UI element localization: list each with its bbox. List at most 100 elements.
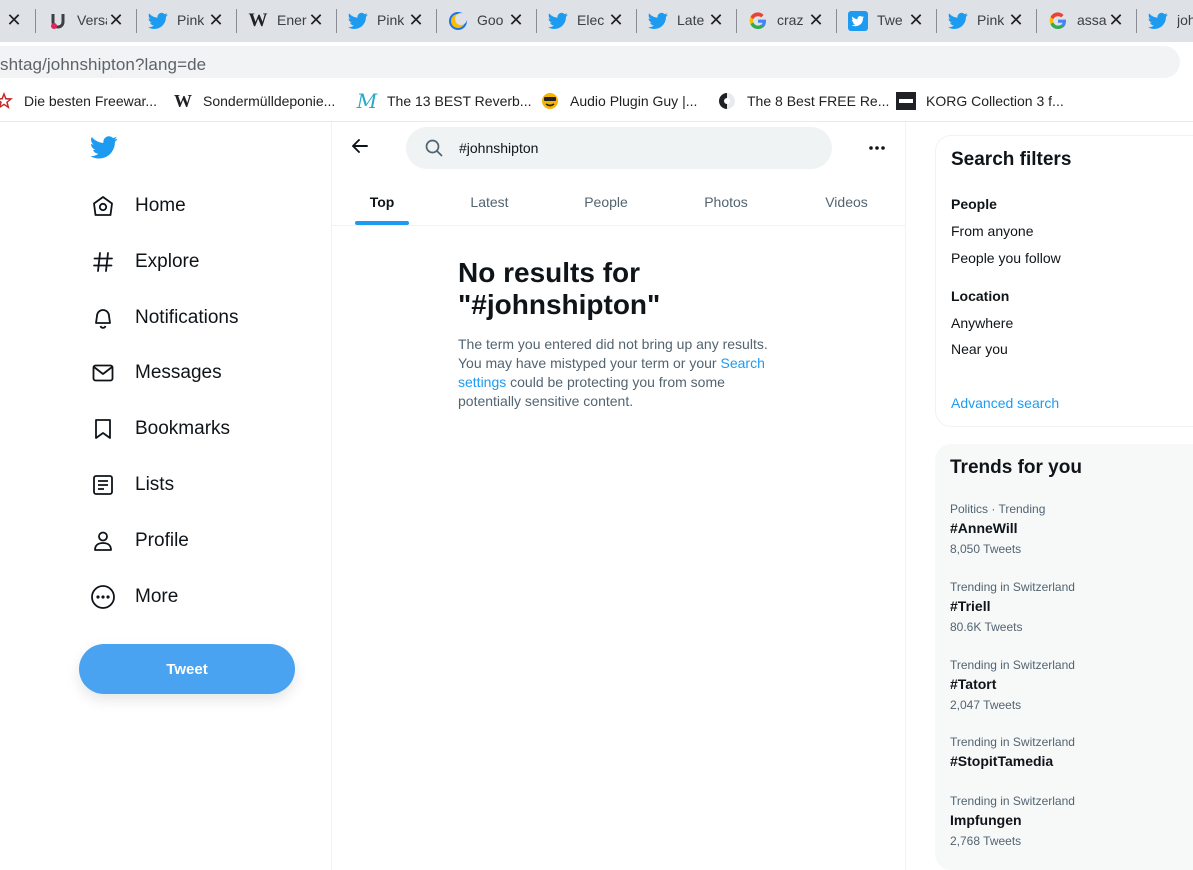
omnibox[interactable]: shtag/johnshipton?lang=de [0, 46, 1180, 78]
nav-label: Lists [135, 474, 175, 495]
tab-videos[interactable]: Videos [787, 178, 906, 226]
browser-tab[interactable]: assa ✕ [1036, 0, 1136, 42]
tab-close-icon[interactable]: ✕ [1108, 10, 1124, 30]
search-icon [424, 138, 444, 158]
search-tabs: Top Latest People Photos Videos [332, 178, 906, 226]
tab-close-icon[interactable]: ✕ [6, 10, 22, 30]
nav-label: Bookmarks [135, 418, 231, 439]
browser-tab[interactable]: Pink ✕ [936, 0, 1036, 42]
tab-title: Versa [77, 12, 107, 28]
nav-item-messages[interactable]: Messages [90, 353, 222, 393]
bookmark-item[interactable]: Die besten Freewar... [0, 91, 157, 111]
bookmark-icon [90, 416, 116, 442]
nav-item-notifications[interactable]: Notifications [90, 298, 239, 338]
bookmark-label: Die besten Freewar... [24, 93, 158, 109]
nav-item-explore[interactable]: Explore [90, 242, 199, 282]
trend-item[interactable]: Politics · Trending #AnneWill 8,050 Twee… [950, 501, 1190, 557]
tab-latest[interactable]: Latest [432, 178, 547, 226]
trend-name: #Triell [950, 598, 991, 614]
nav-item-bookmarks[interactable]: Bookmarks [90, 409, 230, 449]
nav-label: Notifications [135, 307, 239, 328]
filter-option-anywhere[interactable]: Anywhere [951, 315, 1013, 331]
tab-close-icon[interactable]: ✕ [308, 10, 324, 30]
tab-close-icon[interactable]: ✕ [1008, 10, 1024, 30]
trend-count: 80.6K Tweets [950, 620, 1023, 634]
tab-close-icon[interactable]: ✕ [708, 10, 724, 30]
left-navigation: Home Explore Notifications Messages Book… [0, 122, 332, 870]
tab-people[interactable]: People [547, 178, 665, 226]
trend-context: Trending in Switzerland [950, 735, 1075, 749]
nav-item-lists[interactable]: Lists [90, 465, 174, 505]
twitter-bird-icon [148, 11, 168, 31]
tab-close-icon[interactable]: ✕ [408, 10, 424, 30]
browser-tab[interactable]: W Ener ✕ [236, 0, 336, 42]
tab-title: Goo [477, 12, 504, 28]
browser-tab[interactable]: ✕ [0, 0, 30, 42]
search-query[interactable]: #johnshipton [459, 140, 538, 156]
trend-item[interactable]: Trending in Switzerland #StopitTamedia [950, 734, 1190, 771]
nav-item-profile[interactable]: Profile [90, 521, 189, 561]
browser-tab-strip: ✕ Versa ✕ Pink ✕ W Ener ✕ Pink ✕ [0, 0, 1193, 42]
trend-item[interactable]: Trending in Switzerland #Tatort 2,047 Tw… [950, 657, 1190, 713]
nav-item-more[interactable]: More [90, 577, 178, 617]
browser-tab[interactable]: Twe ✕ [836, 0, 936, 42]
trend-item[interactable]: Trending in Switzerland #Triell 80.6K Tw… [950, 579, 1190, 635]
advanced-search-link[interactable]: Advanced search [951, 395, 1059, 411]
tweet-button[interactable]: Tweet [79, 644, 295, 694]
tab-close-icon[interactable]: ✕ [208, 10, 224, 30]
bookmark-item[interactable]: KORG Collection 3 f... [896, 91, 1064, 111]
search-filters-panel: Search filters People From anyone People… [935, 135, 1193, 427]
tab-close-icon[interactable]: ✕ [508, 10, 524, 30]
tab-title: Elec [577, 12, 605, 28]
browser-tab[interactable]: Late ✕ [636, 0, 736, 42]
twitter-logo-icon[interactable] [90, 136, 120, 162]
back-arrow-icon[interactable] [350, 136, 374, 160]
tab-photos[interactable]: Photos [665, 178, 787, 226]
browser-tab[interactable]: Goo ✕ [436, 0, 536, 42]
script-m-icon: M [356, 89, 378, 113]
browser-tab[interactable]: craz ✕ [736, 0, 836, 42]
search-filters-title: Search filters [951, 149, 1072, 170]
more-options-icon[interactable] [864, 136, 890, 160]
tab-title: Late [677, 12, 705, 28]
wikipedia-icon: W [248, 10, 268, 31]
browser-tab[interactable]: Pink ✕ [136, 0, 236, 42]
bookmark-item[interactable]: W Sondermülldeponie... [173, 91, 335, 111]
tab-top[interactable]: Top [332, 178, 432, 226]
browser-tab[interactable]: Pink ✕ [336, 0, 436, 42]
filter-option-from-anyone[interactable]: From anyone [951, 223, 1033, 239]
filter-option-near-you[interactable]: Near you [951, 341, 1008, 357]
crescent-icon [448, 11, 468, 31]
tab-title: Ener [277, 12, 307, 28]
tab-title: craz [777, 12, 804, 28]
address-bar: shtag/johnshipton?lang=de [0, 42, 1193, 80]
bookmark-label: Sondermülldeponie... [203, 93, 336, 109]
tab-close-icon[interactable]: ✕ [608, 10, 624, 30]
no-results-title: No results for "#johnshipton" [458, 257, 661, 320]
filter-option-people-you-follow[interactable]: People you follow [951, 250, 1061, 266]
tab-title: joh [1177, 12, 1193, 28]
browser-tab[interactable]: Versa ✕ [36, 0, 136, 42]
browser-tab[interactable]: Elec ✕ [536, 0, 636, 42]
google-icon [748, 11, 768, 31]
twitter-bird-icon [1148, 11, 1168, 31]
nav-item-home[interactable]: Home [90, 186, 186, 226]
tab-close-icon[interactable]: ✕ [808, 10, 824, 30]
tab-close-icon[interactable]: ✕ [908, 10, 924, 30]
search-input[interactable]: #johnshipton [406, 127, 832, 169]
bookmark-item[interactable]: Audio Plugin Guy |... [540, 91, 697, 111]
trend-item[interactable]: Trending in Switzerland Impfungen 2,768 … [950, 793, 1190, 849]
bell-icon [90, 305, 116, 331]
bookmark-label: The 13 BEST Reverb... [387, 93, 532, 109]
tab-close-icon[interactable]: ✕ [108, 10, 124, 30]
bookmarks-bar: Die besten Freewar... W Sondermülldeponi… [0, 80, 1193, 122]
url-text[interactable]: shtag/johnshipton?lang=de [0, 55, 206, 75]
more-circle-icon [90, 584, 116, 610]
bookmark-label: The 8 Best FREE Re... [747, 93, 890, 109]
browser-tab[interactable]: joh [1136, 0, 1193, 42]
hashtag-icon [90, 249, 116, 275]
trend-context: Trending in Switzerland [950, 658, 1075, 672]
list-icon [90, 472, 116, 498]
bookmark-item[interactable]: M The 13 BEST Reverb... [356, 89, 532, 113]
bookmark-item[interactable]: The 8 Best FREE Re... [717, 91, 889, 111]
